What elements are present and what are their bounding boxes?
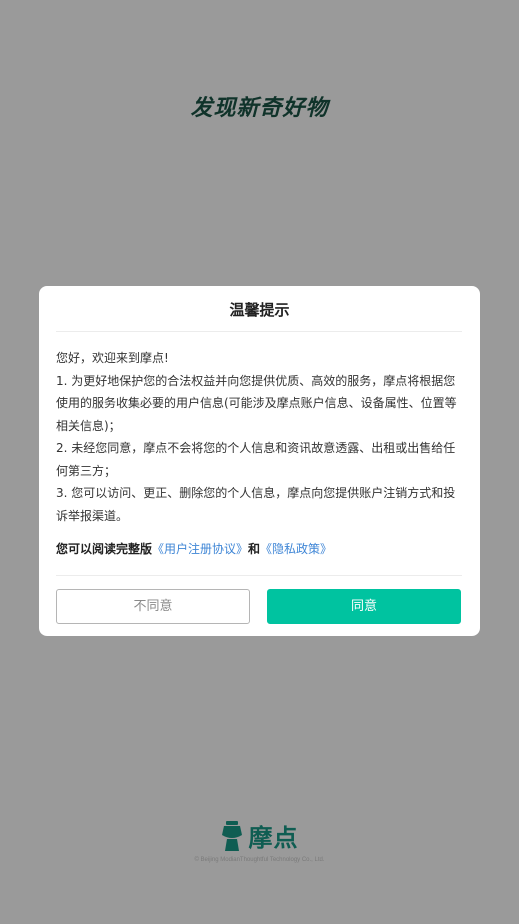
dialog-button-divider [56, 575, 462, 576]
modian-logo-icon [221, 820, 242, 851]
read-prefix-text: 您可以阅读完整版 [56, 542, 153, 556]
dialog-item-2: 2. 未经您同意，摩点不会将您的个人信息和资讯故意透露、出租或出售给任何第三方； [56, 441, 456, 478]
dialog-item-1: 1. 为更好地保护您的合法权益并向您提供优质、高效的服务，摩点将根据您使用的服务… [56, 373, 457, 433]
brand-logo: 摩点 [0, 818, 519, 855]
dialog-title-divider [56, 331, 462, 332]
copyright-text: © Beijing ModianThoughtful Technology Co… [194, 857, 325, 863]
dialog-item-3: 3. 您可以访问、更正、删除您的个人信息，摩点向您提供账户注销方式和投诉举报渠道… [56, 486, 456, 523]
dialog-body: 您好，欢迎来到摩点! 1. 为更好地保护您的合法权益并向您提供优质、高效的服务，… [56, 347, 462, 527]
disagree-button[interactable]: 不同意 [56, 589, 250, 624]
and-text: 和 [248, 542, 261, 556]
privacy-dialog: 温馨提示 您好，欢迎来到摩点! 1. 为更好地保护您的合法权益并向您提供优质、高… [39, 286, 480, 636]
agreement-links-line: 您可以阅读完整版《用户注册协议》和《隐私政策》 [56, 538, 462, 560]
agree-button[interactable]: 同意 [267, 589, 461, 624]
user-agreement-link[interactable]: 《用户注册协议》 [152, 542, 248, 556]
brand-name: 摩点 [248, 824, 299, 852]
dialog-greeting: 您好，欢迎来到摩点! [56, 351, 169, 365]
privacy-policy-link[interactable]: 《隐私政策》 [260, 542, 332, 556]
dialog-title: 温馨提示 [229, 301, 290, 319]
splash-slogan: 发现新奇好物 [190, 96, 329, 121]
